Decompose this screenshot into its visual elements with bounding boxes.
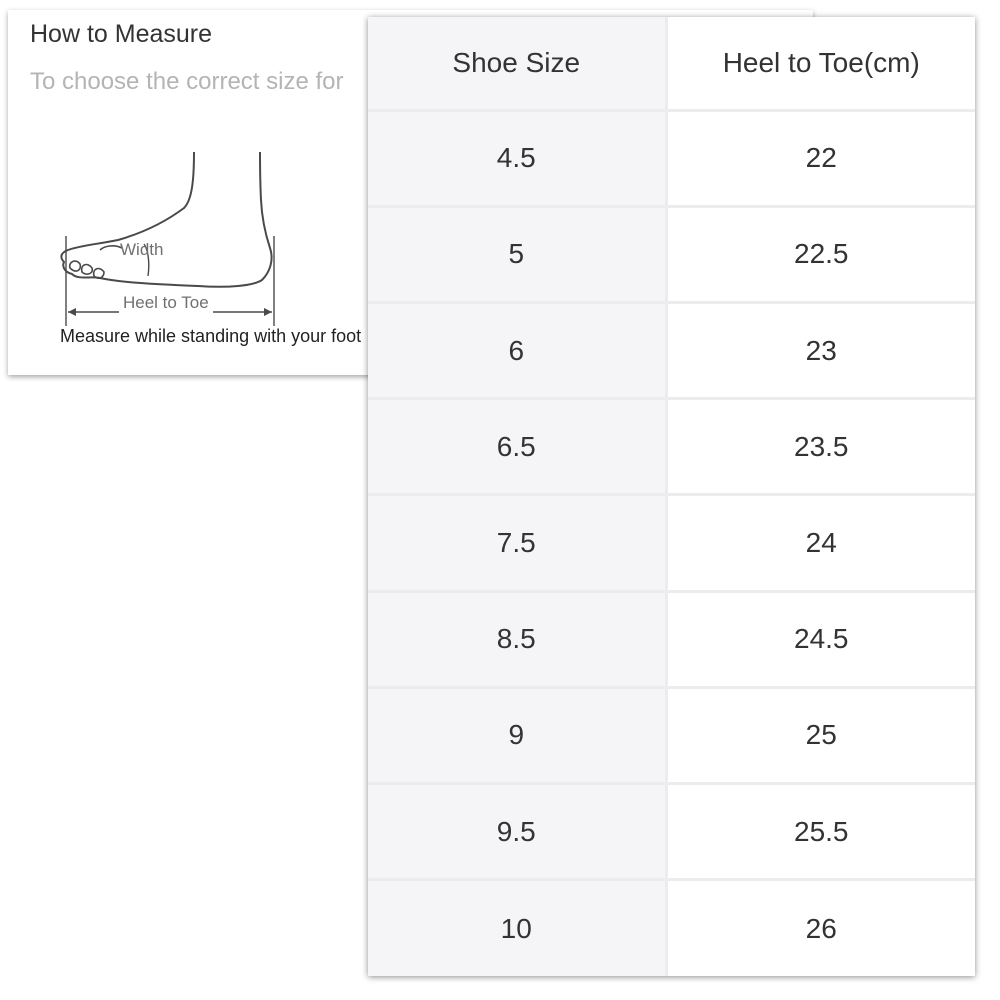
heel-to-toe-cell: 22.5 — [666, 206, 975, 304]
heel-to-toe-cell: 23 — [666, 302, 975, 401]
heel-to-toe-cell: 23.5 — [666, 398, 975, 497]
heel-to-toe-cell: 25 — [666, 687, 975, 786]
shoe-size-cell: 9 — [368, 687, 668, 786]
table-row: 6 23 — [368, 302, 975, 401]
table-row: 4.5 22 — [368, 110, 975, 208]
header-shoe-size: Shoe Size — [368, 17, 668, 112]
shoe-size-cell: 9.5 — [368, 783, 668, 882]
shoe-size-cell: 6 — [368, 302, 668, 401]
table-row: 7.5 24 — [368, 494, 975, 593]
heel-to-toe-cell: 25.5 — [666, 783, 975, 882]
shoe-size-cell: 8.5 — [368, 591, 668, 689]
heel-to-toe-cell: 24 — [666, 494, 975, 593]
table-row: 9 25 — [368, 687, 975, 786]
table-header-row: Shoe Size Heel to Toe(cm) — [368, 17, 975, 112]
measure-title: How to Measure — [30, 20, 213, 48]
header-heel-to-toe: Heel to Toe(cm) — [666, 17, 975, 112]
heel-to-toe-cell: 22 — [666, 110, 975, 208]
table-row: 8.5 24.5 — [368, 591, 975, 689]
size-chart-card: Shoe Size Heel to Toe(cm) 4.5 22 5 22.5 … — [368, 17, 975, 976]
shoe-size-cell: 7.5 — [368, 494, 668, 593]
measure-note: Measure while standing with your foot — [60, 326, 362, 346]
heel-to-toe-cell: 26 — [666, 879, 975, 976]
table-row: 9.5 25.5 — [368, 783, 975, 882]
heel-to-toe-label: Heel to Toe — [119, 293, 213, 313]
table-row: 6.5 23.5 — [368, 398, 975, 497]
page: How to Measure To choose the correct siz… — [0, 0, 1000, 1000]
size-chart-table: Shoe Size Heel to Toe(cm) 4.5 22 5 22.5 … — [368, 17, 975, 976]
shoe-size-cell: 10 — [368, 879, 668, 976]
measure-subtitle: To choose the correct size for — [30, 68, 344, 95]
shoe-size-cell: 6.5 — [368, 398, 668, 497]
heel-to-toe-cell: 24.5 — [666, 591, 975, 689]
shoe-size-cell: 5 — [368, 206, 668, 304]
table-row: 10 26 — [368, 879, 975, 976]
width-label: Width — [120, 240, 164, 259]
table-row: 5 22.5 — [368, 206, 975, 304]
shoe-size-cell: 4.5 — [368, 110, 668, 208]
